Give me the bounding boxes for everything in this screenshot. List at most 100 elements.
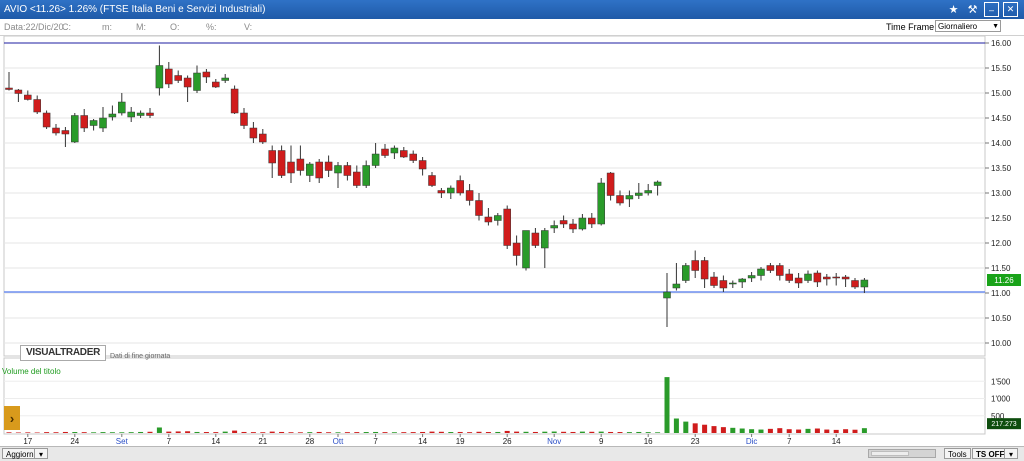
candle-body xyxy=(570,224,577,229)
volume-bar xyxy=(683,422,688,433)
candle-body xyxy=(645,191,652,194)
x-tick-label: 7 xyxy=(787,437,792,446)
volume-bar xyxy=(636,432,641,433)
timeframe-select[interactable]: Giornaliero ▼ xyxy=(935,20,1001,32)
star-icon[interactable]: ★ xyxy=(946,2,961,17)
candle-body xyxy=(118,102,125,113)
x-tick-label: 26 xyxy=(503,437,512,446)
volume-bar xyxy=(796,430,801,433)
candle-body xyxy=(212,82,219,87)
candle-body xyxy=(560,221,567,225)
candle-body xyxy=(551,226,558,229)
volume-bar xyxy=(458,432,463,433)
candle-body xyxy=(833,277,840,278)
x-tick-label: 23 xyxy=(691,437,700,446)
timeframe-value: Giornaliero xyxy=(938,22,977,31)
volume-bar xyxy=(430,432,435,433)
candle-body xyxy=(485,217,492,222)
refresh-dropdown-icon[interactable]: ▾ xyxy=(34,448,48,459)
volume-bar xyxy=(448,432,453,433)
candle-body xyxy=(429,176,436,186)
candle-body xyxy=(34,100,41,113)
volume-field: V: xyxy=(244,22,252,32)
visualtrader-logo: VISUALTRADER xyxy=(20,345,106,361)
volume-bar xyxy=(627,432,632,433)
candle-body xyxy=(316,162,323,178)
scrollbar-thumb[interactable] xyxy=(871,451,909,456)
candle-body xyxy=(617,196,624,204)
price-tick-label: 12.50 xyxy=(991,214,1012,223)
volume-bar xyxy=(486,432,491,433)
volume-bar xyxy=(82,432,87,433)
chart-scrollbar[interactable] xyxy=(868,449,936,458)
candle-body xyxy=(259,134,266,142)
volume-bar xyxy=(693,423,698,433)
volume-bar xyxy=(54,432,59,433)
hammer-icon[interactable]: ⚒ xyxy=(965,2,980,17)
volume-bar xyxy=(721,427,726,433)
volume-bar xyxy=(665,377,670,433)
x-tick-label: 14 xyxy=(832,437,841,446)
candle-body xyxy=(372,154,379,166)
volume-bar xyxy=(467,432,472,433)
candle-body xyxy=(814,273,821,282)
candle-body xyxy=(250,128,257,138)
candle-body xyxy=(494,216,501,221)
x-tick-label: Nov xyxy=(547,437,561,446)
x-tick-label: Ott xyxy=(333,437,344,446)
volume-bar xyxy=(561,432,566,433)
candle-body xyxy=(513,243,520,256)
candle-body xyxy=(541,231,548,249)
x-tick-label: Dic xyxy=(746,437,758,446)
volume-bar xyxy=(195,432,200,433)
volume-bar xyxy=(740,429,745,433)
volume-bar xyxy=(354,432,359,433)
candle-body xyxy=(71,116,78,143)
candle-body xyxy=(269,151,276,164)
volume-bar xyxy=(655,432,660,433)
expand-arrow-icon[interactable]: › xyxy=(4,406,20,430)
candle-body xyxy=(24,95,31,100)
last-price-label: 11.26 xyxy=(994,276,1014,285)
price-tick-label: 13.00 xyxy=(991,189,1012,198)
volume-bar xyxy=(279,432,284,433)
candle-body xyxy=(523,231,530,269)
volume-bar xyxy=(580,432,585,433)
volume-bar xyxy=(505,431,510,433)
price-chart[interactable]: 16.0015.5015.0014.5014.0013.5013.0012.50… xyxy=(0,36,1024,446)
candle-body xyxy=(786,274,793,281)
candle-body xyxy=(701,261,708,280)
minimize-icon[interactable]: – xyxy=(984,2,999,17)
candle-body xyxy=(15,90,22,94)
candle-body xyxy=(795,278,802,283)
volume-bar xyxy=(298,432,303,433)
candle-body xyxy=(81,116,88,129)
volume-bar xyxy=(232,431,237,433)
tools-button[interactable]: Tools xyxy=(944,448,971,459)
high-field: M: xyxy=(136,22,146,32)
price-tick-label: 10.00 xyxy=(991,339,1012,348)
x-tick-label: 17 xyxy=(23,437,32,446)
candle-body xyxy=(720,281,727,289)
info-bar: Data:22/Dic/20 C: m: M: O: %: V: Time Fr… xyxy=(0,19,1024,36)
volume-bar xyxy=(138,432,143,433)
candle-body xyxy=(382,149,389,156)
chart-area[interactable]: 16.0015.5015.0014.5014.0013.5013.0012.50… xyxy=(0,36,1024,446)
candle-body xyxy=(607,173,614,196)
volume-bar xyxy=(176,431,181,433)
x-tick-label: Set xyxy=(116,437,129,446)
volume-bar xyxy=(119,432,124,433)
price-tick-label: 10.50 xyxy=(991,314,1012,323)
ts-dropdown-icon[interactable]: ▾ xyxy=(1004,448,1018,459)
volume-bar xyxy=(477,432,482,433)
candle-body xyxy=(344,166,351,176)
price-tick-label: 15.00 xyxy=(991,89,1012,98)
volume-bar xyxy=(618,432,623,433)
candle-body xyxy=(194,73,201,91)
ts-off-button[interactable]: TS OFF xyxy=(972,448,1008,459)
volume-panel-frame xyxy=(4,358,985,434)
volume-bar xyxy=(401,432,406,433)
close-icon[interactable]: ✕ xyxy=(1003,2,1018,17)
volume-bar xyxy=(787,429,792,433)
volume-bar xyxy=(270,432,275,433)
